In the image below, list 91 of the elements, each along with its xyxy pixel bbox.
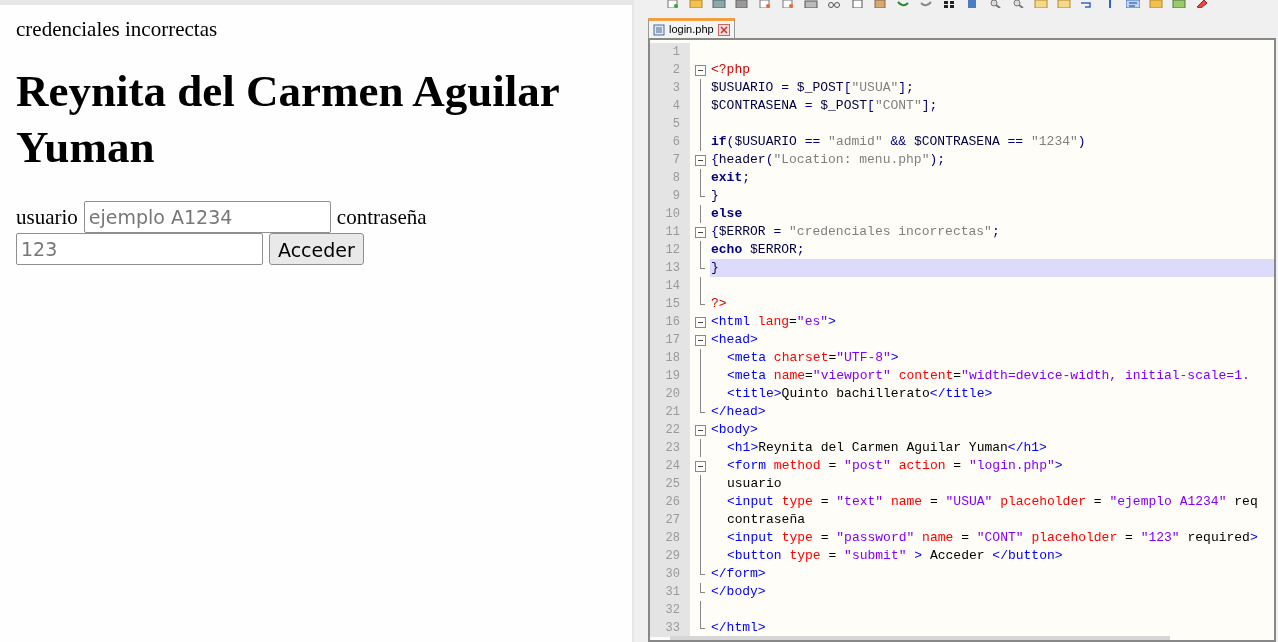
field-label: contraseña (336, 204, 427, 231)
zoom-in-icon[interactable] (988, 0, 1002, 8)
document-icon[interactable] (666, 0, 680, 8)
line-number: 14 (665, 279, 680, 293)
line-number: 7 (672, 153, 680, 167)
line-number: 29 (665, 549, 680, 563)
line-number: 33 (665, 621, 680, 635)
line-number: 2 (672, 63, 680, 77)
error-message: credenciales incorrectas (16, 17, 218, 41)
line-number: 4 (672, 99, 680, 113)
document-icon (653, 23, 665, 36)
code-line: else (711, 206, 743, 221)
code-line: <meta name="viewport" content="width=device-width, initial-scale=1. (727, 368, 1250, 383)
code-line: </body> (711, 584, 766, 599)
code-line: {$ERROR = "credenciales incorrectas"; (711, 224, 1000, 239)
code-line: <head> (711, 332, 758, 347)
code-line: } (711, 260, 719, 275)
code-line: <html lang="es"> (711, 314, 836, 329)
code-line: } (711, 188, 719, 203)
line-number: 26 (665, 495, 680, 509)
redo-icon[interactable] (919, 0, 933, 8)
wrap-icon[interactable] (1080, 0, 1094, 8)
password-field[interactable]: 123 (16, 233, 263, 265)
code-line: <?php (711, 62, 750, 77)
code-line: exit; (711, 170, 751, 185)
line-number: 25 (665, 477, 680, 491)
line-number: 15 (665, 297, 680, 311)
line-number: 5 (672, 117, 680, 131)
line-number: 20 (665, 387, 680, 401)
page-heading: Reynita del Carmen Aguilar Yuman (16, 65, 560, 174)
code-line: $CONTRASENA = $_POST["CONT"]; (711, 98, 938, 113)
line-number: 3 (672, 81, 680, 95)
field-label: usuario (16, 204, 78, 231)
collapse-icon[interactable] (694, 64, 706, 76)
code-line: <input type = "password" name = "CONT" placeholder = "123" required> (727, 530, 1258, 545)
line-number: 32 (665, 603, 680, 617)
line-number: 13 (665, 261, 680, 275)
collapse-icon[interactable] (694, 154, 706, 166)
line-number: 10 (665, 207, 680, 221)
undo-icon[interactable] (896, 0, 910, 8)
collapse-icon[interactable] (694, 460, 706, 472)
line-number: 11 (665, 225, 680, 239)
line-number: 22 (665, 423, 680, 437)
code-line: <h1>Reynita del Carmen Aguilar Yuman</h1> (727, 440, 1047, 455)
line-number: 12 (665, 243, 680, 257)
line-number: 27 (665, 513, 680, 527)
line-number: 16 (665, 315, 680, 329)
line-number: 8 (672, 171, 680, 185)
username-field[interactable]: ejemplo A1234 (83, 201, 331, 233)
line-number: 1 (672, 45, 680, 59)
code-line: echo $ERROR; (711, 242, 805, 257)
eraser-icon[interactable] (1195, 0, 1209, 8)
code-line: {header("Location: menu.php"); (711, 152, 946, 167)
line-number: 30 (665, 567, 680, 581)
grid-icon[interactable] (942, 0, 956, 8)
collapse-icon[interactable] (694, 226, 706, 238)
code-line: if($USUARIO == "admid" && $CONTRASENA == "1234") (711, 134, 1086, 149)
code-line: $USUARIO = $_POST["USUA"]; (711, 80, 914, 95)
collapse-icon[interactable] (694, 316, 706, 328)
line-number: 19 (665, 369, 680, 383)
code-line: <meta charset="UTF-8"> (727, 350, 899, 365)
code-line: <form method = "post" action = "login.php"> (727, 458, 1063, 473)
horizontal-scrollbar[interactable] (670, 636, 1170, 640)
submit-button[interactable]: Acceder (269, 233, 364, 265)
code-line: </html> (711, 620, 766, 635)
line-number: 28 (665, 531, 680, 545)
line-number: 31 (665, 585, 680, 599)
code-line: <input type = "text" name = "USUA" placeholder = "ejemplo A1234" req (727, 494, 1258, 509)
scissors-icon[interactable] (827, 0, 841, 8)
collapse-icon[interactable] (694, 334, 706, 346)
code-line: </form> (711, 566, 766, 581)
document-icon[interactable] (758, 0, 772, 8)
line-number: 17 (665, 333, 680, 347)
code-line: <button type = "submit" > Acceder </button> (727, 548, 1063, 563)
line-number: 6 (672, 135, 680, 149)
line-number: 21 (665, 405, 680, 419)
code-line: ?> (711, 296, 727, 311)
code-line: <body> (711, 422, 758, 437)
line-number: 9 (672, 189, 680, 203)
line-number: 23 (665, 441, 680, 455)
file-tab[interactable]: login.php (648, 18, 735, 38)
paragraph-icon[interactable] (1126, 0, 1140, 8)
code-line: usuario (727, 476, 782, 491)
code-line: <title>Quinto bachillerato</title> (727, 386, 993, 401)
code-line: contraseña (727, 512, 805, 527)
zoom-out-icon[interactable] (1011, 0, 1025, 8)
line-number: 24 (665, 459, 680, 473)
code-line: </head> (711, 404, 766, 419)
line-number: 18 (665, 351, 680, 365)
close-icon[interactable] (717, 23, 730, 36)
collapse-icon[interactable] (694, 424, 706, 436)
